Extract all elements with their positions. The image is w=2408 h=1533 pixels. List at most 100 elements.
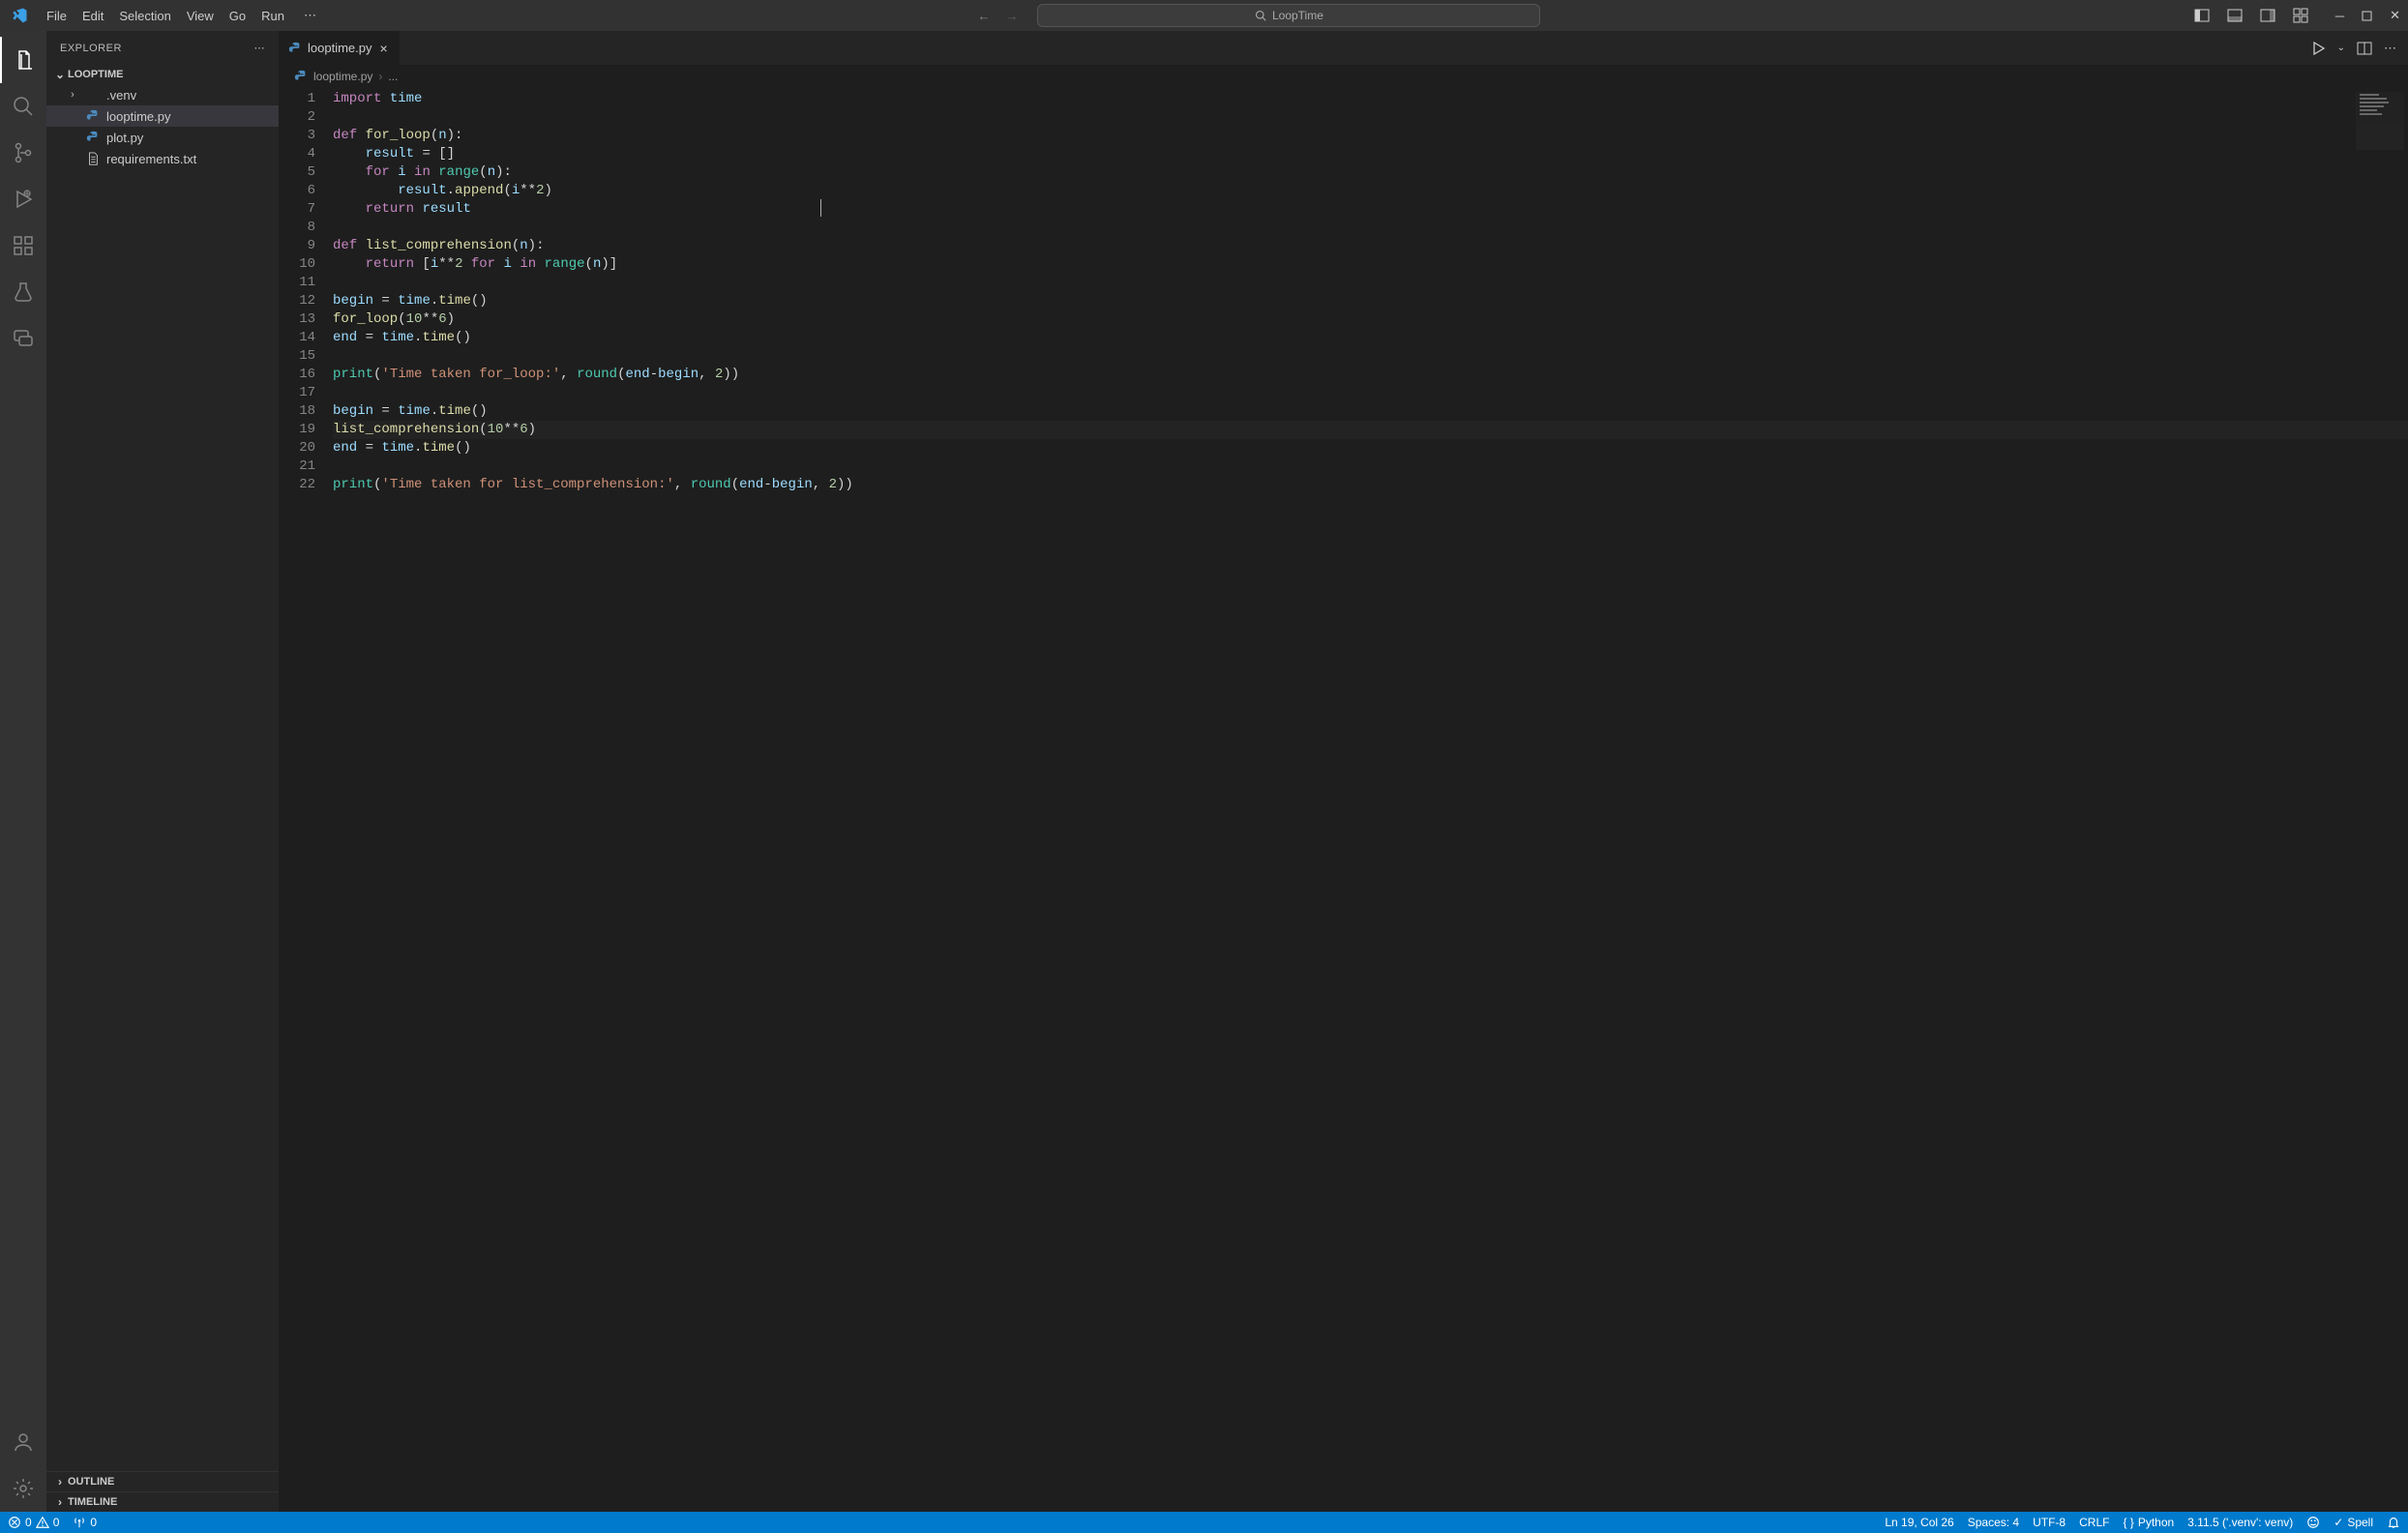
code-line[interactable]: for_loop(10**6) xyxy=(333,310,2408,329)
tab-close-icon[interactable]: × xyxy=(377,39,389,58)
code-line[interactable] xyxy=(333,347,2408,366)
source-control-activity-icon[interactable] xyxy=(0,130,46,176)
status-ports[interactable]: 0 xyxy=(73,1516,97,1529)
python-file-icon xyxy=(85,109,101,123)
titlebar-left: FileEditSelectionViewGoRun ⋯ xyxy=(4,4,324,27)
run-dropdown-icon[interactable]: ⌄ xyxy=(2337,43,2345,53)
minimap[interactable] xyxy=(2356,92,2404,150)
code-line[interactable] xyxy=(333,457,2408,476)
outline-section[interactable]: › OUTLINE xyxy=(46,1471,279,1491)
status-spell[interactable]: ✓ Spell xyxy=(2334,1516,2373,1529)
code-line[interactable]: return [i**2 for i in range(n)] xyxy=(333,255,2408,274)
code-line[interactable] xyxy=(333,274,2408,292)
status-eol[interactable]: CRLF xyxy=(2079,1516,2109,1529)
close-window-icon[interactable]: ✕ xyxy=(2386,4,2404,27)
explorer-activity-icon[interactable] xyxy=(0,37,46,83)
file-tree: ›.venvlooptime.pyplot.py requirements.txt xyxy=(46,84,279,1471)
run-debug-activity-icon[interactable] xyxy=(0,176,46,222)
tab-looptime[interactable]: looptime.py × xyxy=(279,31,401,65)
search-activity-icon[interactable] xyxy=(0,83,46,130)
explorer-more-icon[interactable]: ⋯ xyxy=(254,42,266,54)
code-content[interactable]: import timedef for_loop(n): result = [] … xyxy=(333,90,2408,494)
code-line[interactable]: print('Time taken for list_comprehension… xyxy=(333,476,2408,494)
status-feedback-icon[interactable] xyxy=(2306,1516,2320,1529)
command-center[interactable]: LoopTime xyxy=(1037,4,1540,27)
tab-bar: looptime.py × ⌄ ⋯ xyxy=(279,31,2408,65)
menu-view[interactable]: View xyxy=(179,5,222,27)
breadcrumb-file: looptime.py xyxy=(313,70,372,83)
breadcrumb-rest: ... xyxy=(388,70,398,83)
tab-label: looptime.py xyxy=(308,41,372,55)
chevron-right-icon: › xyxy=(52,1475,68,1489)
text-cursor-icon xyxy=(820,199,821,217)
status-problems[interactable]: 0 0 xyxy=(8,1516,59,1529)
status-spaces[interactable]: Spaces: 4 xyxy=(1968,1516,2019,1529)
vscode-logo-icon xyxy=(8,4,31,27)
folder-header[interactable]: ⌄ LOOPTIME xyxy=(46,65,279,84)
minimize-icon[interactable]: ─ xyxy=(2332,5,2348,27)
code-line[interactable]: begin = time.time() xyxy=(333,402,2408,421)
python-file-icon xyxy=(288,42,302,55)
python-file-icon xyxy=(85,131,101,144)
testing-activity-icon[interactable] xyxy=(0,269,46,315)
status-language[interactable]: { } Python xyxy=(2123,1516,2174,1529)
nav-forward-icon[interactable]: → xyxy=(1001,5,1022,27)
check-icon: ✓ xyxy=(2334,1516,2343,1529)
file-tree-item[interactable]: looptime.py xyxy=(46,105,279,127)
code-line[interactable]: print('Time taken for_loop:', round(end-… xyxy=(333,366,2408,384)
chat-activity-icon[interactable] xyxy=(0,315,46,362)
code-line[interactable] xyxy=(333,219,2408,237)
status-notifications-icon[interactable] xyxy=(2387,1516,2400,1529)
titlebar: FileEditSelectionViewGoRun ⋯ ← → LoopTim… xyxy=(0,0,2408,31)
code-line[interactable]: return result xyxy=(333,200,2408,219)
code-line[interactable]: import time xyxy=(333,90,2408,108)
editor-area: looptime.py × ⌄ ⋯ looptime.py › ... 1234… xyxy=(279,31,2408,1512)
editor-viewport[interactable]: 12345678910111213141516171819202122 impo… xyxy=(279,88,2408,1512)
menu-more-icon[interactable]: ⋯ xyxy=(296,4,324,27)
code-line[interactable]: def for_loop(n): xyxy=(333,127,2408,145)
code-line[interactable]: end = time.time() xyxy=(333,329,2408,347)
code-line[interactable]: for i in range(n): xyxy=(333,163,2408,182)
accounts-icon[interactable] xyxy=(0,1419,46,1465)
file-tree-item[interactable]: ›.venv xyxy=(46,84,279,105)
menu-go[interactable]: Go xyxy=(222,5,253,27)
status-encoding[interactable]: UTF-8 xyxy=(2033,1516,2066,1529)
explorer-title-label: EXPLORER xyxy=(60,43,122,54)
customize-layout-icon[interactable] xyxy=(2289,4,2312,27)
extensions-activity-icon[interactable] xyxy=(0,222,46,269)
menu-selection[interactable]: Selection xyxy=(111,5,178,27)
menu-file[interactable]: File xyxy=(39,5,74,27)
file-name: requirements.txt xyxy=(106,152,196,166)
code-line[interactable] xyxy=(333,384,2408,402)
code-line[interactable]: result = [] xyxy=(333,145,2408,163)
chevron-right-icon: › xyxy=(66,89,79,101)
code-line[interactable]: begin = time.time() xyxy=(333,292,2408,310)
code-line[interactable]: result.append(i**2) xyxy=(333,182,2408,200)
warning-icon xyxy=(36,1516,49,1529)
run-file-icon[interactable] xyxy=(2310,41,2326,56)
file-tree-item[interactable]: requirements.txt xyxy=(46,148,279,169)
code-line[interactable] xyxy=(333,108,2408,127)
settings-gear-icon[interactable] xyxy=(0,1465,46,1512)
status-interpreter[interactable]: 3.11.5 ('.venv': venv) xyxy=(2187,1516,2293,1529)
code-line[interactable]: def list_comprehension(n): xyxy=(333,237,2408,255)
nav-back-icon[interactable]: ← xyxy=(973,5,994,27)
chevron-right-icon: › xyxy=(52,1495,68,1509)
nav-arrows: ← → xyxy=(973,5,1022,27)
line-gutter: 12345678910111213141516171819202122 xyxy=(279,90,333,494)
maximize-icon[interactable] xyxy=(2358,7,2376,25)
layout-sidebar-left-icon[interactable] xyxy=(2190,4,2214,27)
code-line[interactable]: list_comprehension(10**6) xyxy=(333,421,2408,439)
split-editor-icon[interactable] xyxy=(2357,41,2372,56)
menu-edit[interactable]: Edit xyxy=(74,5,111,27)
layout-panel-icon[interactable] xyxy=(2223,4,2246,27)
code-line[interactable]: end = time.time() xyxy=(333,439,2408,457)
timeline-section[interactable]: › TIMELINE xyxy=(46,1491,279,1512)
file-tree-item[interactable]: plot.py xyxy=(46,127,279,148)
status-lncol[interactable]: Ln 19, Col 26 xyxy=(1885,1516,1953,1529)
editor-more-icon[interactable]: ⋯ xyxy=(2384,41,2396,56)
breadcrumb[interactable]: looptime.py › ... xyxy=(279,65,2408,88)
titlebar-center: ← → LoopTime xyxy=(324,4,2190,27)
layout-sidebar-right-icon[interactable] xyxy=(2256,4,2279,27)
menu-run[interactable]: Run xyxy=(253,5,292,27)
